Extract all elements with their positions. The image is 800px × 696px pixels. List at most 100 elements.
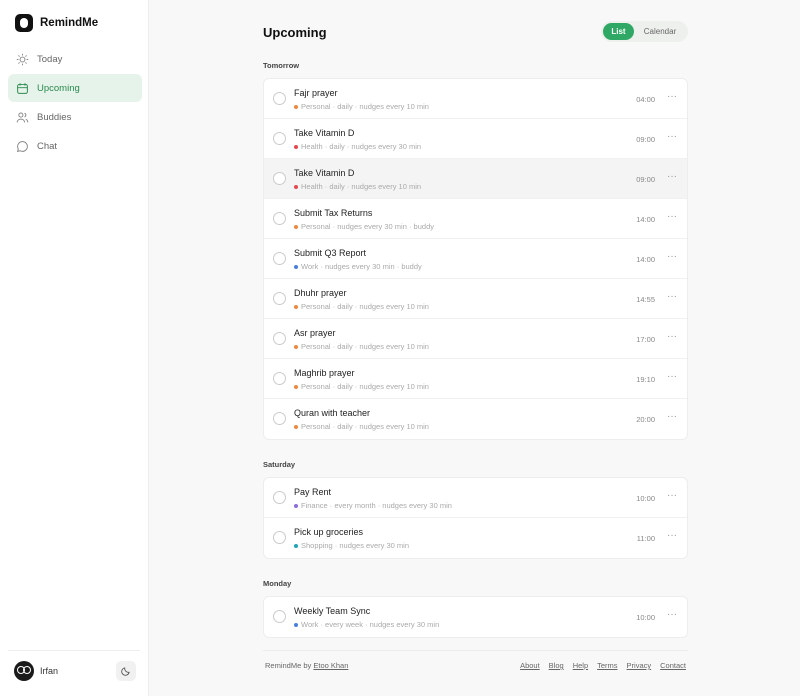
complete-checkbox[interactable]: [273, 132, 286, 145]
reminder-row[interactable]: Maghrib prayer Personal · daily · nudges …: [264, 359, 687, 399]
calendar-view-button[interactable]: Calendar: [634, 23, 686, 40]
complete-checkbox[interactable]: [273, 491, 286, 504]
sidebar-item-today[interactable]: Today: [8, 45, 142, 73]
reminder-meta-text: Shopping · nudges every 30 min: [301, 541, 409, 550]
sidebar: RemindMe Today Upcoming Buddies Chat Irf…: [0, 0, 149, 696]
reminder-row[interactable]: Pick up groceries Shopping · nudges every…: [264, 518, 687, 558]
footer-author-link[interactable]: Etoo Khan: [313, 661, 348, 670]
reminder-time: 14:00: [636, 255, 655, 264]
more-options-icon[interactable]: ···: [667, 91, 677, 102]
more-options-icon[interactable]: ···: [667, 609, 677, 620]
app-logo-icon: [15, 14, 33, 32]
footer-link-privacy[interactable]: Privacy: [627, 661, 652, 670]
reminder-row[interactable]: Submit Tax Returns Personal · nudges ever…: [264, 199, 687, 239]
sidebar-item-label: Buddies: [37, 111, 72, 123]
complete-checkbox[interactable]: [273, 252, 286, 265]
complete-checkbox[interactable]: [273, 412, 286, 425]
reminder-title: Pick up groceries: [294, 527, 364, 537]
complete-checkbox[interactable]: [273, 531, 286, 544]
brand[interactable]: RemindMe: [15, 14, 98, 32]
more-options-icon[interactable]: ···: [667, 251, 677, 262]
reminder-meta-text: Personal · daily · nudges every 10 min: [301, 102, 429, 111]
complete-checkbox[interactable]: [273, 292, 286, 305]
more-options-icon[interactable]: ···: [667, 291, 677, 302]
sun-icon: [16, 53, 29, 66]
reminder-title: Submit Q3 Report: [294, 248, 367, 258]
reminder-meta-text: Personal · daily · nudges every 10 min: [301, 302, 429, 311]
reminder-row[interactable]: Asr prayer Personal · daily · nudges ever…: [264, 319, 687, 359]
reminder-row[interactable]: Quran with teacher Personal · daily · nud…: [264, 399, 687, 439]
reminder-row[interactable]: Take Vitamin D Health · daily · nudges ev…: [264, 119, 687, 159]
app-name: RemindMe: [40, 17, 99, 29]
more-options-icon[interactable]: ···: [667, 331, 677, 342]
user-profile: Irfan: [8, 650, 140, 690]
theme-toggle-button[interactable]: [116, 660, 136, 681]
category-dot-icon: [294, 264, 298, 269]
footer-link-terms[interactable]: Terms: [597, 661, 617, 670]
more-options-icon[interactable]: ···: [667, 371, 677, 382]
reminder-row[interactable]: Weekly Team Sync Work · every week · nudg…: [264, 597, 687, 637]
reminder-meta-text: Personal · daily · nudges every 10 min: [301, 342, 429, 351]
reminder-title: Dhuhr prayer: [294, 288, 347, 298]
complete-checkbox[interactable]: [273, 92, 286, 105]
more-options-icon[interactable]: ···: [667, 131, 677, 142]
footer-link-blog[interactable]: Blog: [549, 661, 564, 670]
reminder-title: Fajr prayer: [294, 88, 338, 98]
sidebar-item-buddies[interactable]: Buddies: [8, 103, 142, 131]
reminder-meta-text: Health · daily · nudges every 30 min: [301, 142, 422, 151]
reminder-title: Take Vitamin D: [294, 128, 355, 138]
reminder-meta: Personal · daily · nudges every 10 min: [294, 302, 429, 311]
reminder-time: 19:10: [636, 375, 655, 384]
more-options-icon[interactable]: ···: [667, 530, 677, 541]
category-dot-icon: [294, 543, 298, 548]
users-icon: [16, 111, 29, 124]
reminder-meta-text: Finance · every month · nudges every 30 …: [301, 501, 452, 510]
footer-link-contact[interactable]: Contact: [660, 661, 686, 670]
sidebar-item-chat[interactable]: Chat: [8, 132, 142, 160]
sidebar-item-upcoming[interactable]: Upcoming: [8, 74, 142, 102]
complete-checkbox[interactable]: [273, 372, 286, 385]
reminder-row[interactable]: Take Vitamin D Health · daily · nudges ev…: [264, 159, 687, 199]
view-toggle: List Calendar: [601, 21, 688, 42]
reminder-meta-text: Personal · nudges every 30 min · buddy: [301, 222, 434, 231]
reminder-meta-text: Work · nudges every 30 min · buddy: [301, 262, 422, 271]
complete-checkbox[interactable]: [273, 172, 286, 185]
reminder-time: 20:00: [636, 415, 655, 424]
sidebar-item-label: Upcoming: [37, 82, 80, 94]
reminder-time: 04:00: [636, 95, 655, 104]
complete-checkbox[interactable]: [273, 332, 286, 345]
footer-credit: RemindMe by Etoo Khan: [265, 661, 348, 670]
avatar[interactable]: [14, 660, 34, 681]
section-label: Monday: [263, 579, 292, 588]
reminder-time: 11:00: [636, 534, 655, 543]
complete-checkbox[interactable]: [273, 212, 286, 225]
reminder-title: Quran with teacher: [294, 408, 371, 418]
reminder-meta: Health · daily · nudges every 30 min: [294, 142, 421, 151]
category-dot-icon: [294, 424, 298, 429]
footer-link-help[interactable]: Help: [573, 661, 588, 670]
more-options-icon[interactable]: ···: [667, 490, 677, 501]
reminder-title: Asr prayer: [294, 328, 336, 338]
reminder-row[interactable]: Fajr prayer Personal · daily · nudges eve…: [264, 79, 687, 119]
more-options-icon[interactable]: ···: [667, 411, 677, 422]
reminder-title: Maghrib prayer: [294, 368, 355, 378]
reminder-title: Pay Rent: [294, 487, 332, 497]
reminder-time: 10:00: [636, 613, 655, 622]
sidebar-item-label: Chat: [37, 140, 58, 152]
reminder-time: 09:00: [636, 175, 655, 184]
reminder-meta-text: Work · every week · nudges every 30 min: [301, 620, 440, 629]
footer-link-about[interactable]: About: [520, 661, 540, 670]
category-dot-icon: [294, 304, 298, 309]
reminder-row[interactable]: Pay Rent Finance · every month · nudges e…: [264, 478, 687, 518]
category-dot-icon: [294, 622, 298, 627]
more-options-icon[interactable]: ···: [667, 211, 677, 222]
category-dot-icon: [294, 344, 298, 349]
list-view-button[interactable]: List: [603, 23, 634, 40]
complete-checkbox[interactable]: [273, 610, 286, 623]
reminder-title: Submit Tax Returns: [294, 208, 373, 218]
reminder-row[interactable]: Submit Q3 Report Work · nudges every 30 m…: [264, 239, 687, 279]
reminder-row[interactable]: Dhuhr prayer Personal · daily · nudges ev…: [264, 279, 687, 319]
more-options-icon[interactable]: ···: [667, 171, 677, 182]
category-dot-icon: [294, 144, 298, 149]
reminder-time: 10:00: [636, 494, 655, 503]
